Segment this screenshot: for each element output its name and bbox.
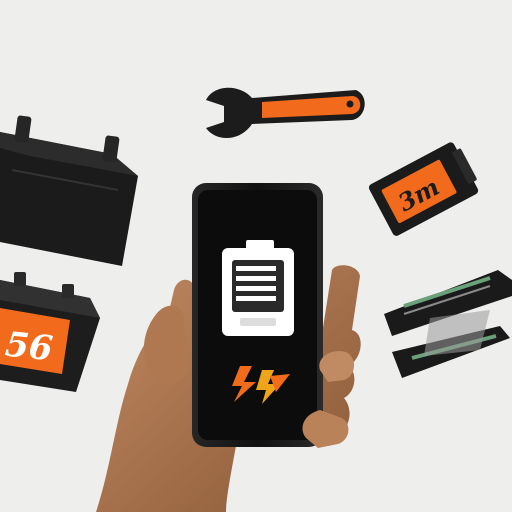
battery-label-56: 56 xyxy=(3,325,54,370)
car-battery-bottom-left: 56 xyxy=(0,272,100,392)
charger-device-icon xyxy=(384,270,512,378)
battery-right: 3m xyxy=(368,142,479,236)
wrench-icon xyxy=(206,87,365,139)
battery-status-icon xyxy=(222,240,294,336)
scene: 56 3m xyxy=(0,87,512,512)
car-battery-top-left xyxy=(0,115,138,266)
smartphone-icon xyxy=(192,183,323,447)
